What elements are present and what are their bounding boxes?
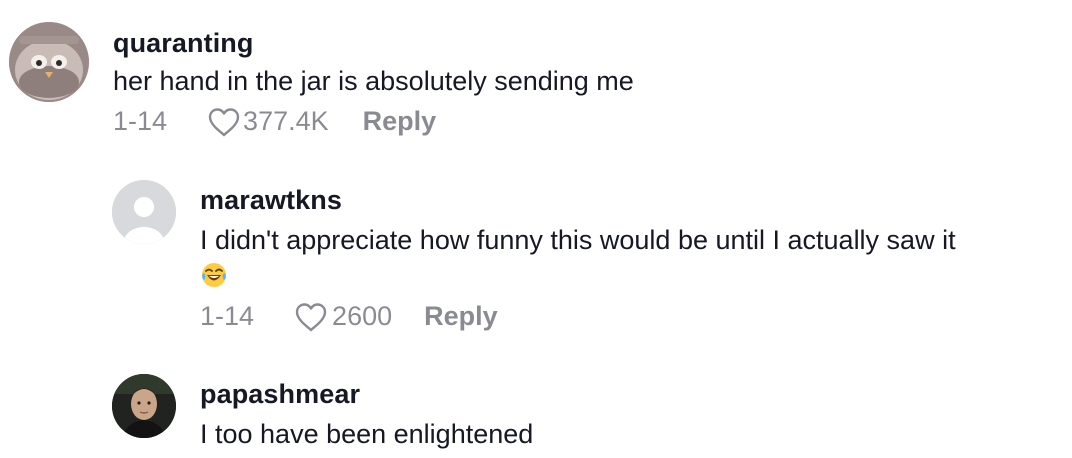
comment-text: I too have been enlightened (200, 419, 534, 449)
heart-icon (295, 302, 327, 331)
reply-button[interactable]: Reply (363, 106, 437, 137)
photo-avatar-icon (112, 374, 176, 438)
avatar[interactable] (112, 180, 176, 244)
comment-item: quaranting her hand in the jar is absolu… (0, 0, 1072, 150)
avatar[interactable] (112, 374, 176, 438)
comment-date: 1-14 (113, 106, 168, 136)
comment-reply-item: marawtkns I didn't appreciate how funny … (0, 150, 1072, 350)
like-count: 2600 (332, 301, 393, 331)
reply-button[interactable]: Reply (424, 301, 498, 332)
comment-username[interactable]: marawtkns (200, 185, 342, 216)
laughing-emoji-icon (200, 261, 228, 289)
heart-icon (208, 107, 240, 136)
comment-meta: 1-14 2600 Reply (200, 301, 498, 332)
default-avatar-icon (112, 180, 176, 244)
comment-date: 1-14 (200, 301, 255, 331)
like-button[interactable]: 2600 (294, 301, 392, 332)
avatar[interactable] (9, 22, 89, 102)
comment-username[interactable]: quaranting (113, 28, 254, 59)
furby-avatar-icon (9, 22, 89, 102)
like-count: 377.4K (243, 106, 329, 136)
comment-meta: 1-14 377.4K Reply (113, 106, 436, 137)
comment-text: I didn't appreciate how funny this would… (200, 225, 956, 255)
comment-text: her hand in the jar is absolutely sendin… (113, 66, 634, 96)
like-button[interactable]: 377.4K (207, 106, 329, 137)
comment-reply-item: papashmear I too have been enlightened (0, 350, 1072, 458)
comment-username[interactable]: papashmear (200, 379, 360, 410)
